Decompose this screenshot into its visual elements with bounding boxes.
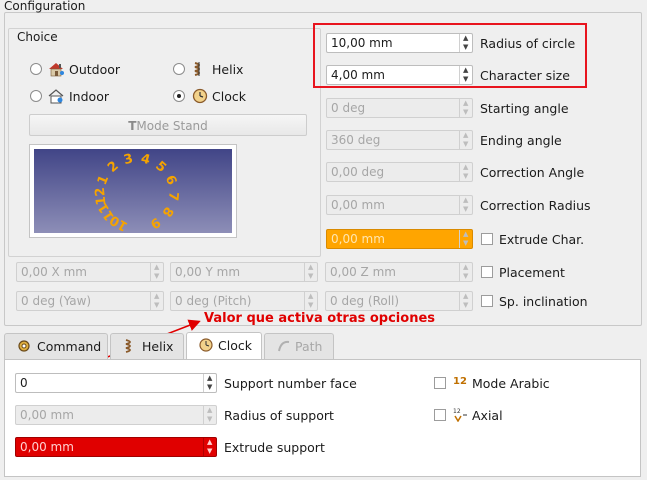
mode-arabic-checkbox[interactable]	[434, 377, 446, 389]
axial-icon: 12	[452, 406, 468, 423]
up-arrow-icon: ▲	[207, 438, 213, 446]
down-arrow-icon: ▼	[207, 415, 213, 423]
extrude-support-label: Extrude support	[224, 440, 325, 455]
tab-clock-label: Clock	[218, 338, 252, 353]
down-arrow-icon: ▼	[207, 383, 213, 391]
arabic-numbers-icon: 12	[453, 376, 467, 387]
clock-icon	[199, 338, 213, 352]
radius-support-value: 0,00 mm	[20, 408, 74, 422]
tab-command[interactable]: Command	[4, 333, 108, 359]
up-arrow-icon: ▲	[207, 374, 213, 382]
tab-helix-label: Helix	[142, 339, 174, 354]
support-face-spinbox[interactable]: 0 ▲ ▼	[15, 373, 217, 393]
helix-icon	[123, 339, 137, 353]
radius-support-label: Radius of support	[224, 408, 334, 423]
support-face-value: 0	[20, 376, 28, 390]
radius-support-spinbox[interactable]: 0,00 mm ▲ ▼	[15, 405, 217, 425]
tab-path[interactable]: Path	[264, 333, 334, 359]
path-icon	[277, 339, 291, 353]
tab-command-label: Command	[37, 339, 102, 354]
support-face-label: Support number face	[224, 376, 357, 391]
tab-clock[interactable]: Clock	[186, 332, 262, 360]
up-arrow-icon: ▲	[207, 406, 213, 414]
down-arrow-icon: ▼	[207, 447, 213, 455]
extrude-support-spinbox[interactable]: 0,00 mm ▲ ▼	[15, 437, 217, 457]
gear-icon	[17, 339, 31, 353]
axial-label: Axial	[472, 408, 503, 423]
tab-helix[interactable]: Helix	[110, 333, 184, 359]
svg-text:12: 12	[453, 408, 461, 415]
tab-path-label: Path	[295, 339, 323, 354]
mode-arabic-label: Mode Arabic	[472, 376, 550, 391]
axial-checkbox[interactable]	[434, 409, 446, 421]
extrude-support-value: 0,00 mm	[20, 440, 74, 454]
